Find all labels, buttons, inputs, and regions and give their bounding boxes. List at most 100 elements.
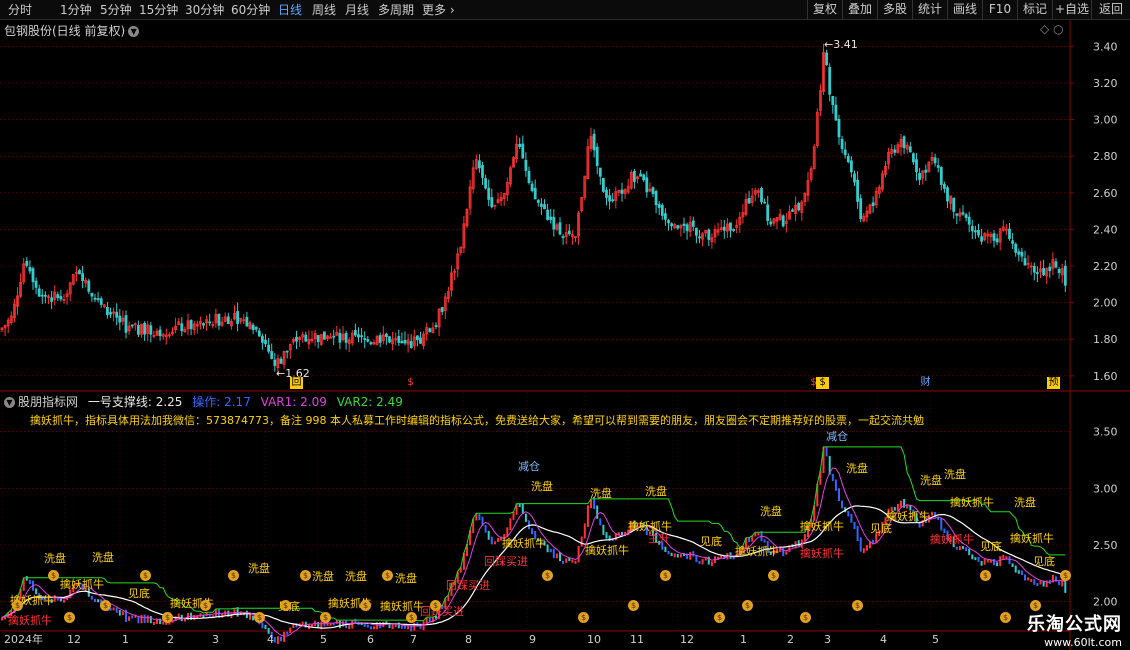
event-marker-finance[interactable]: 财: [919, 377, 932, 389]
diamond-icon[interactable]: ◇: [1040, 22, 1049, 36]
price-tick-label: 2.00: [1093, 297, 1118, 310]
indicator-bar: [1020, 570, 1023, 575]
signal-catch: 擒妖抓牛: [585, 544, 629, 557]
candle-body: [769, 221, 773, 225]
candle-body: [1020, 251, 1024, 257]
indicator-bar: [831, 474, 834, 482]
money-bag-icon: $: [228, 570, 239, 581]
event-marker-dividend[interactable]: $: [404, 377, 417, 389]
candle-body: [943, 184, 946, 189]
indicator-bar: [552, 548, 555, 559]
indicator-bar: [965, 547, 968, 552]
indicator-bar: [785, 551, 788, 555]
indicator-bar: [509, 518, 512, 531]
time-tick-label: 2: [787, 633, 794, 646]
indicator-bar: [143, 614, 146, 624]
candle-body: [611, 199, 615, 202]
indicator-bar: [280, 636, 282, 642]
chevron-down-icon[interactable]: ▼: [128, 26, 140, 37]
candle-body: [1057, 269, 1061, 274]
indicator-bar: [1061, 580, 1064, 587]
indicator-bar: [276, 636, 279, 644]
candle-body: [682, 223, 686, 226]
watermark-url: www.60lt.com: [1044, 636, 1122, 649]
signal-pullback: 回踩买进: [446, 579, 490, 592]
candle-body: [267, 344, 271, 352]
money-bag-icon: $: [64, 612, 75, 623]
indicator-bar: [177, 613, 180, 618]
indicator-bar: [707, 556, 710, 565]
indicator-bar: [559, 552, 561, 562]
candle-body: [936, 165, 940, 168]
candle-body: [208, 321, 212, 324]
candle-body: [912, 153, 915, 163]
indicator-bar: [856, 525, 859, 542]
price-tick-label: 3.00: [1093, 114, 1118, 127]
money-bag-icon: $: [280, 600, 291, 611]
time-tick-label: 2: [167, 633, 174, 646]
circle-icon[interactable]: ○: [1053, 22, 1063, 36]
indicator-bar: [140, 615, 143, 624]
candle-body: [546, 209, 549, 220]
candle-body: [332, 335, 336, 338]
event-marker-notice[interactable]: $: [816, 377, 829, 389]
indicator-bar: [97, 599, 100, 603]
candle-body: [974, 230, 977, 233]
indicator-bar: [487, 530, 490, 540]
money-bag-icon: $: [714, 612, 725, 623]
indicator-bar: [710, 561, 713, 566]
event-marker-forecast[interactable]: 预: [1047, 377, 1060, 389]
candle-body: [642, 174, 646, 181]
candle-body: [180, 323, 184, 332]
candle-body: [353, 330, 357, 336]
indicator-bar: [351, 620, 354, 629]
chart-options[interactable]: ◇ ○: [1040, 22, 1064, 36]
money-bag-icon: $: [430, 600, 441, 611]
candle-body: [992, 233, 996, 241]
candle-body: [552, 216, 556, 230]
indicator-name[interactable]: 股朋指标网: [18, 395, 78, 409]
candle-body: [304, 334, 308, 342]
candle-body: [791, 209, 794, 212]
indicator-bar: [676, 553, 679, 558]
indicator-bar: [853, 521, 856, 529]
indicator-bar: [149, 615, 152, 624]
candle-body: [50, 297, 53, 302]
main-chart-title[interactable]: 包钢股份(日线 前复权) ▼: [4, 22, 140, 39]
candle-body: [25, 260, 29, 266]
time-tick-label: 11: [630, 633, 644, 646]
signal-wash: 洗盘: [345, 570, 367, 583]
candle-body: [236, 311, 240, 324]
candle-body: [1023, 258, 1027, 266]
signal-reduce: 减仓: [826, 430, 848, 443]
candle-body: [28, 266, 32, 272]
indicator-bar: [834, 479, 837, 491]
indicator-bar: [273, 637, 276, 643]
candle-body: [536, 199, 540, 203]
candle-body: [843, 149, 847, 156]
candle-body: [781, 215, 785, 227]
indicator-bar: [977, 556, 980, 562]
chevron-down-icon[interactable]: ▼: [4, 397, 15, 408]
signal-catch: 擒妖抓牛: [8, 614, 52, 627]
indicator-bar: [1014, 565, 1017, 573]
candle-body: [59, 296, 63, 300]
event-marker-buyback[interactable]: 回: [290, 377, 303, 389]
indicator-bar: [695, 555, 698, 562]
indicator-bar: [1036, 583, 1039, 587]
indicator-bar: [689, 552, 692, 560]
indicator-bar: [900, 500, 902, 508]
indicator-bar: [348, 624, 351, 630]
indicator-bar: [283, 631, 286, 642]
indicator-bar: [512, 511, 515, 520]
signal-pullback: 回踩买进: [420, 605, 464, 618]
indicator-tick-label: 2.50: [1093, 539, 1118, 552]
money-bag-icon: $: [578, 612, 589, 623]
indicator-bar: [571, 559, 574, 563]
price-tick-label: 3.40: [1093, 40, 1118, 53]
candle-body: [369, 342, 373, 345]
signal-catch: 擒妖抓牛: [735, 545, 779, 558]
money-bag-icon: $: [48, 570, 59, 581]
indicator-bar: [698, 560, 701, 564]
indicator-tick-label: 3.50: [1093, 426, 1118, 439]
